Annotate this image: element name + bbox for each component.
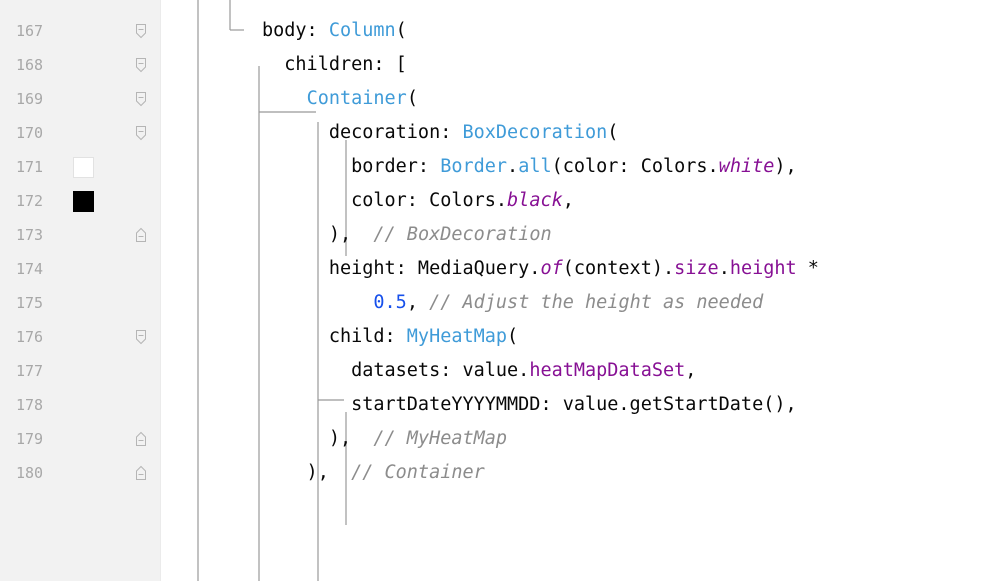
code-token: body:	[262, 20, 329, 41]
code-token: .	[718, 258, 730, 279]
line-number: 170	[16, 124, 44, 142]
code-text: child: MyHeatMap(	[262, 320, 518, 354]
code-token: all	[518, 156, 552, 177]
code-token: ),	[774, 156, 797, 177]
code-token: (	[507, 326, 519, 347]
code-line[interactable]: 173 ), // BoxDecoration	[0, 218, 1005, 252]
code-token: (	[395, 20, 407, 41]
fold-close-icon[interactable]	[135, 227, 147, 243]
code-line[interactable]: 178 startDateYYYYMMDD: value.getStartDat…	[0, 388, 1005, 422]
code-text: ), // BoxDecoration	[262, 218, 552, 252]
code-token: Container	[306, 88, 407, 109]
code-token: (	[406, 88, 418, 109]
code-line[interactable]: 175 0.5, // Adjust the height as needed	[0, 286, 1005, 320]
fold-open-icon[interactable]	[135, 125, 147, 141]
code-editor[interactable]: 167 body: Column(168 children: [169 Conta…	[0, 0, 1005, 581]
fold-open-icon[interactable]	[135, 57, 147, 73]
code-token: border:	[262, 156, 441, 177]
code-text: datasets: value.heatMapDataSet,	[262, 354, 696, 388]
code-token: height: MediaQuery.	[262, 258, 541, 279]
code-text: Container(	[262, 82, 418, 116]
code-token: height	[729, 258, 797, 279]
color-swatch-icon[interactable]	[73, 191, 94, 212]
code-token: decoration:	[262, 122, 463, 143]
line-number: 168	[16, 56, 44, 74]
line-number: 167	[16, 22, 44, 40]
code-token: Border	[440, 156, 508, 177]
code-token: datasets: value.	[262, 360, 530, 381]
code-line[interactable]: 169 Container(	[0, 82, 1005, 116]
code-text: ), // MyHeatMap	[262, 422, 507, 456]
code-token: 0.5	[373, 292, 407, 313]
code-line[interactable]: 179 ), // MyHeatMap	[0, 422, 1005, 456]
code-text: border: Border.all(color: Colors.white),	[262, 150, 797, 184]
code-token: ,	[406, 292, 430, 313]
code-token: (context).	[562, 258, 675, 279]
line-number: 173	[16, 226, 44, 244]
line-number: 175	[16, 294, 44, 312]
code-token: .	[507, 156, 519, 177]
code-token: ,	[562, 190, 574, 211]
line-number: 171	[16, 158, 44, 176]
code-text: children: [	[262, 48, 407, 82]
fold-open-icon[interactable]	[135, 23, 147, 39]
code-token: // Container	[351, 462, 485, 483]
code-token: BoxDecoration	[462, 122, 608, 143]
fold-close-icon[interactable]	[135, 431, 147, 447]
code-token: heatMapDataSet	[529, 360, 686, 381]
fold-close-icon[interactable]	[135, 465, 147, 481]
code-token: // Adjust the height as needed	[429, 292, 764, 313]
line-number: 177	[16, 362, 44, 380]
code-token: child:	[262, 326, 407, 347]
code-token: ),	[262, 428, 374, 449]
line-number: 172	[16, 192, 44, 210]
code-line[interactable]: 168 children: [	[0, 48, 1005, 82]
line-number: 176	[16, 328, 44, 346]
code-token: ),	[262, 224, 374, 245]
code-text: ), // Container	[262, 456, 485, 490]
color-swatch-icon[interactable]	[73, 157, 94, 178]
code-token: (color: Colors.	[551, 156, 719, 177]
fold-open-icon[interactable]	[135, 329, 147, 345]
code-token: ,	[685, 360, 697, 381]
code-token: MyHeatMap	[406, 326, 508, 347]
code-line[interactable]: 176 child: MyHeatMap(	[0, 320, 1005, 354]
code-token: children: [	[262, 54, 407, 75]
code-token: (	[607, 122, 619, 143]
code-token: startDateYYYYMMDD: value.getStartDate(),	[262, 394, 797, 415]
code-token: // MyHeatMap	[373, 428, 508, 449]
code-text: color: Colors.black,	[262, 184, 574, 218]
code-token: *	[796, 258, 819, 279]
code-text: decoration: BoxDecoration(	[262, 116, 619, 150]
code-token: white	[718, 156, 775, 177]
code-text: 0.5, // Adjust the height as needed	[262, 286, 763, 320]
code-text: startDateYYYYMMDD: value.getStartDate(),	[262, 388, 797, 422]
code-token: black	[507, 190, 563, 211]
line-number: 169	[16, 90, 44, 108]
code-token: ),	[262, 462, 352, 483]
line-number: 174	[16, 260, 44, 278]
code-line[interactable]: 180 ), // Container	[0, 456, 1005, 490]
code-token: of	[540, 258, 563, 279]
code-line[interactable]: 171 border: Border.all(color: Colors.whi…	[0, 150, 1005, 184]
code-token: size	[674, 258, 719, 279]
line-number: 179	[16, 430, 44, 448]
code-line[interactable]: 167 body: Column(	[0, 14, 1005, 48]
code-line[interactable]: 174 height: MediaQuery.of(context).size.…	[0, 252, 1005, 286]
code-token: Column	[328, 20, 396, 41]
line-number: 180	[16, 464, 44, 482]
line-number: 178	[16, 396, 44, 414]
code-text: body: Column(	[262, 14, 407, 48]
code-line[interactable]: 172 color: Colors.black,	[0, 184, 1005, 218]
code-line[interactable]: 177 datasets: value.heatMapDataSet,	[0, 354, 1005, 388]
code-token: // BoxDecoration	[373, 224, 552, 245]
code-token: color: Colors.	[262, 190, 508, 211]
fold-open-icon[interactable]	[135, 91, 147, 107]
code-text: height: MediaQuery.of(context).size.heig…	[262, 252, 819, 286]
code-line[interactable]: 170 decoration: BoxDecoration(	[0, 116, 1005, 150]
